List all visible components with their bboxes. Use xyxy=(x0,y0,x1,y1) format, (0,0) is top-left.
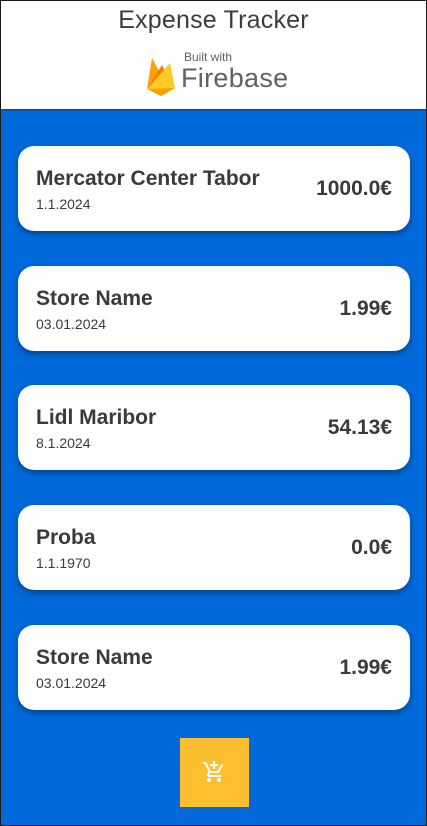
expense-date: 1.1.2024 xyxy=(36,196,91,212)
expense-store-name: Mercator Center Tabor xyxy=(36,167,260,190)
page-title: Expense Tracker xyxy=(118,6,309,34)
expense-card[interactable]: Mercator Center Tabor 1.1.2024 1000.0€ xyxy=(18,146,410,231)
firebase-flame-icon xyxy=(147,58,175,96)
firebase-wordmark: Firebase xyxy=(181,63,289,93)
add-shopping-cart-icon xyxy=(203,761,224,782)
expense-amount: 1.99€ xyxy=(339,297,392,320)
expense-list-area: Mercator Center Tabor 1.1.2024 1000.0€ S… xyxy=(1,109,426,825)
add-expense-button[interactable] xyxy=(180,738,249,807)
expense-card[interactable]: Store Name 03.01.2024 1.99€ xyxy=(18,266,410,351)
expense-card[interactable]: Store Name 03.01.2024 1.99€ xyxy=(18,625,410,710)
expense-store-name: Store Name xyxy=(36,287,153,310)
expense-store-name: Store Name xyxy=(36,646,153,669)
app-header: Expense Tracker Built with Firebase xyxy=(1,1,426,109)
built-with-firebase-badge: Built with Firebase xyxy=(144,49,289,99)
built-with-label: Built with xyxy=(184,50,233,64)
expense-date: 8.1.2024 xyxy=(36,435,91,451)
expense-date: 03.01.2024 xyxy=(36,675,107,691)
expense-store-name: Lidl Maribor xyxy=(36,406,157,429)
expense-amount: 1000.0€ xyxy=(316,177,392,200)
expense-card[interactable]: Lidl Maribor 8.1.2024 54.13€ xyxy=(18,385,410,470)
expense-date: 03.01.2024 xyxy=(36,316,107,332)
expense-date: 1.1.1970 xyxy=(36,555,91,571)
expense-amount: 0.0€ xyxy=(351,536,392,559)
expense-amount: 54.13€ xyxy=(327,416,392,439)
expense-amount: 1.99€ xyxy=(339,656,392,679)
app-screen: Expense Tracker Built with Firebase Merc… xyxy=(0,0,427,826)
expense-store-name: Proba xyxy=(36,526,96,549)
expense-card[interactable]: Proba 1.1.1970 0.0€ xyxy=(18,505,410,590)
